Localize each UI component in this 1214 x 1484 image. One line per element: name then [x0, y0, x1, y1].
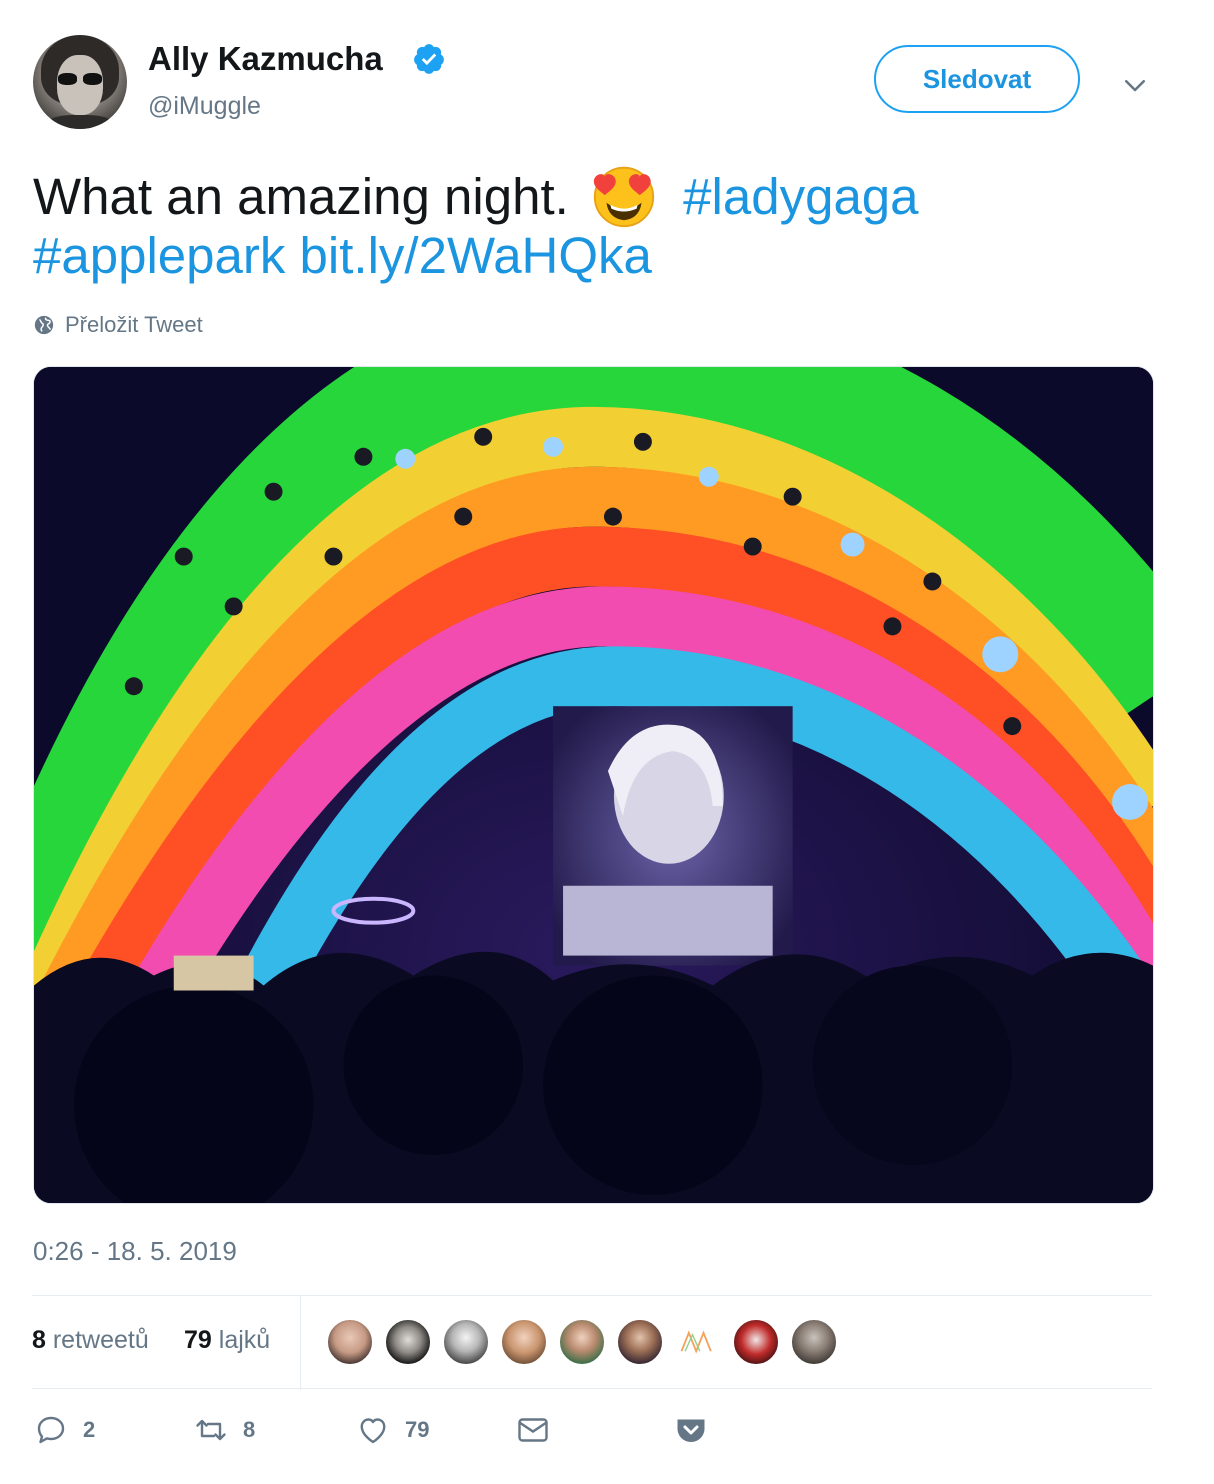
liker-avatar[interactable]: [558, 1318, 606, 1366]
pocket-action[interactable]: [673, 1412, 709, 1448]
reply-count: 2: [83, 1417, 96, 1442]
envelope-icon: [518, 1418, 548, 1442]
profile-avatar[interactable]: [33, 35, 127, 129]
tweet-stats: 8 retweetů 79 lajků: [32, 1295, 1152, 1390]
tweet-actions: 2 8 79: [33, 1412, 1153, 1456]
reply-action[interactable]: 2: [33, 1412, 95, 1448]
pocket-icon: [677, 1419, 705, 1442]
retweet-count: 8: [243, 1417, 256, 1442]
liker-avatar[interactable]: [790, 1318, 838, 1366]
follow-button[interactable]: Sledovat: [874, 45, 1080, 113]
concert-photo[interactable]: [33, 366, 1154, 1204]
reply-icon: [37, 1416, 65, 1444]
liker-avatar[interactable]: [732, 1318, 780, 1366]
likes-label: lajků: [218, 1326, 271, 1354]
heart-eyes-emoji: [593, 166, 655, 228]
likes-count: 79: [184, 1326, 212, 1354]
translate-tweet[interactable]: Přeložit Tweet: [33, 312, 203, 338]
liker-avatar[interactable]: [326, 1318, 374, 1366]
display-name[interactable]: Ally Kazmucha: [148, 40, 383, 78]
liker-avatar[interactable]: [674, 1318, 722, 1366]
liker-avatar[interactable]: [384, 1318, 432, 1366]
liker-avatar[interactable]: [616, 1318, 664, 1366]
tweet-body: What an amazing night.: [33, 168, 569, 225]
retweets-count: 8: [32, 1326, 46, 1354]
verified-badge-icon: [414, 44, 444, 74]
likes-stat[interactable]: 79 lajků: [184, 1326, 270, 1355]
hashtag-applepark[interactable]: #applepark: [33, 227, 285, 284]
retweet-icon: [196, 1419, 226, 1441]
hashtag-ladygaga[interactable]: #ladygaga: [683, 168, 918, 225]
like-count: 79: [405, 1417, 430, 1442]
tweet-text: What an amazing night. #ladygaga #applep…: [33, 160, 1133, 288]
tweet-link[interactable]: bit.ly/2WaHQka: [300, 227, 652, 284]
translate-label: Přeložit Tweet: [65, 312, 203, 337]
direct-message-action[interactable]: [515, 1412, 551, 1448]
globe-icon: [34, 315, 54, 335]
retweets-stat[interactable]: 8 retweetů: [32, 1326, 149, 1355]
heart-icon: [360, 1418, 386, 1444]
stats-divider: [300, 1296, 301, 1390]
liker-avatar[interactable]: [500, 1318, 548, 1366]
tweet-timestamp[interactable]: 0:26 - 18. 5. 2019: [33, 1236, 237, 1267]
retweets-label: retweetů: [52, 1326, 149, 1354]
chevron-down-icon[interactable]: [1120, 70, 1150, 100]
user-handle[interactable]: @iMuggle: [148, 92, 261, 121]
retweet-action[interactable]: 8: [193, 1412, 255, 1448]
liker-avatar[interactable]: [442, 1318, 490, 1366]
like-action[interactable]: 79: [355, 1412, 429, 1448]
